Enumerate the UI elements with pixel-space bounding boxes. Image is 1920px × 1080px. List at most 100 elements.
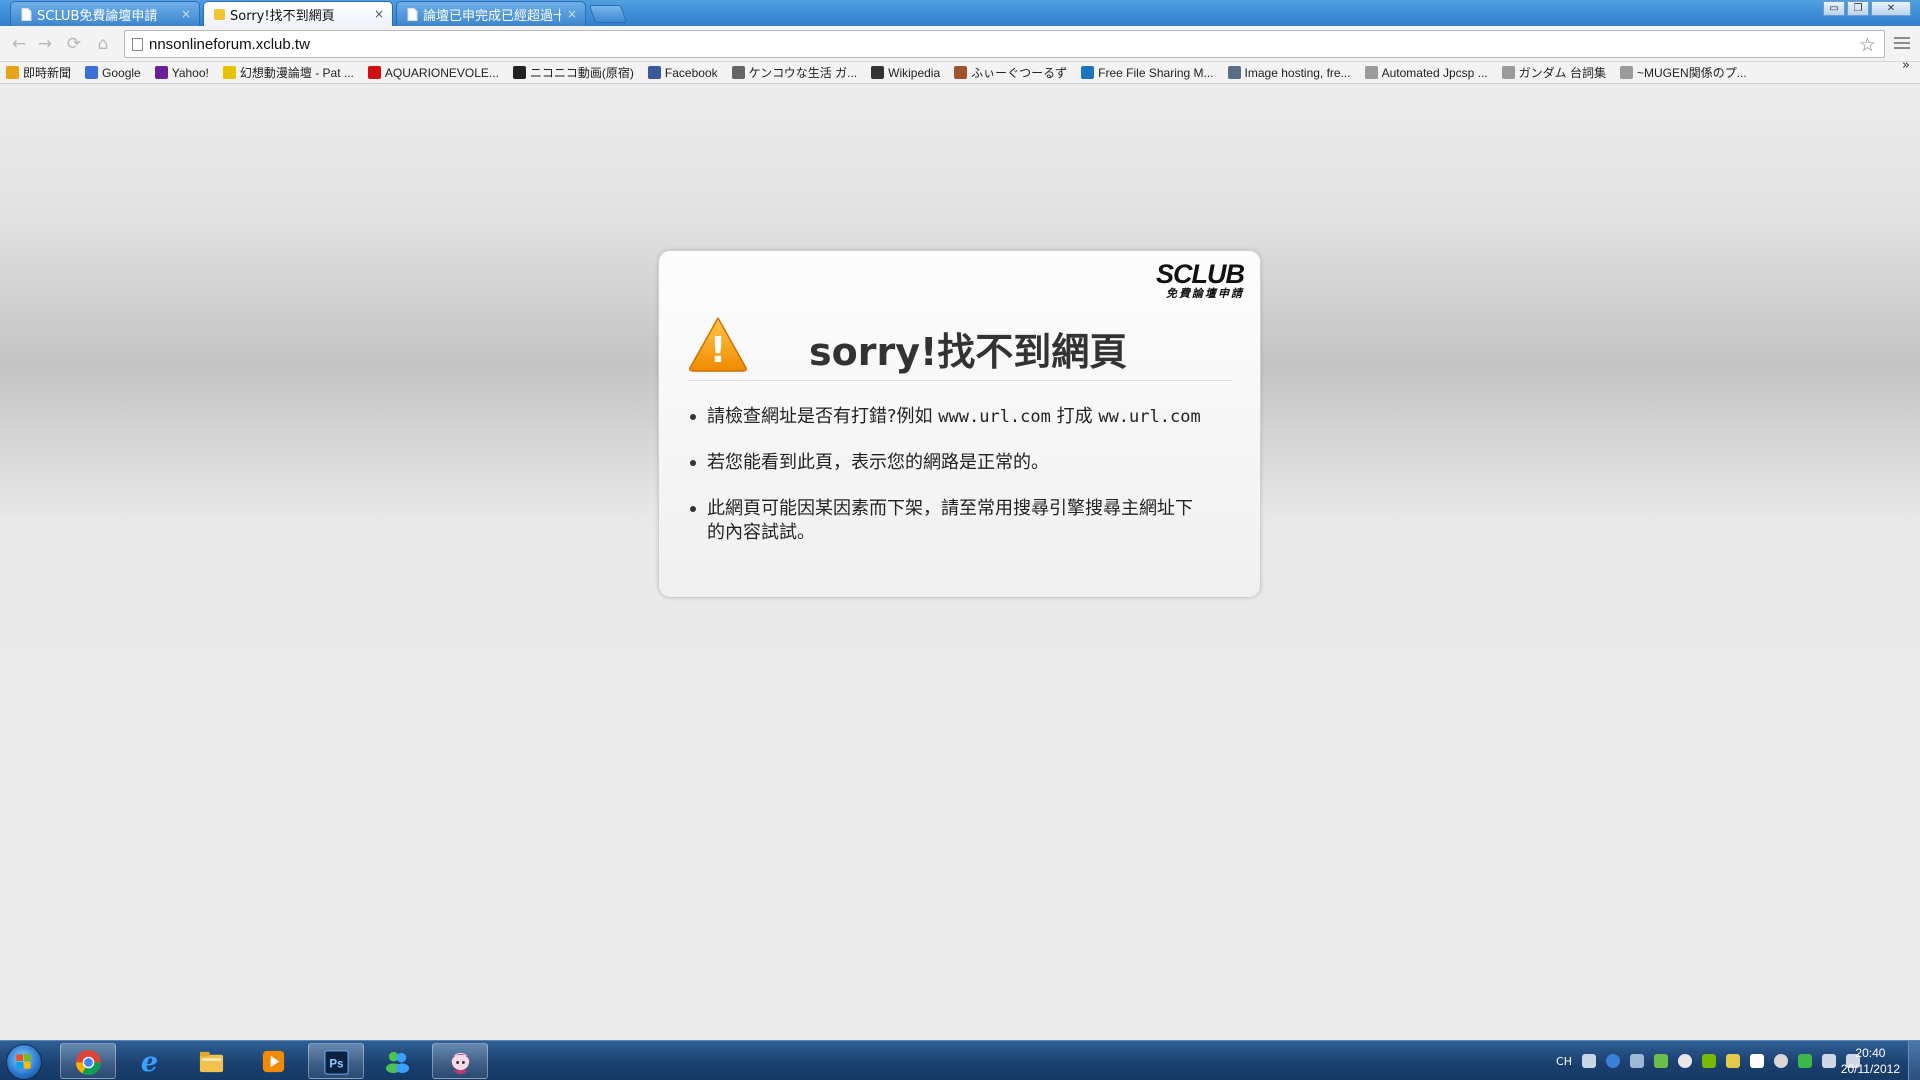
home-icon[interactable]: ⌂ (92, 33, 114, 55)
taskbar-media-player[interactable] (246, 1043, 302, 1079)
wikipedia-icon (871, 66, 885, 79)
bookmark-label: 幻想動漫論壇 - Pat ... (239, 66, 354, 80)
svg-text:e: e (141, 1048, 158, 1075)
hint-text: 請檢查網址是否有打錯?例如 (707, 406, 939, 427)
tab-forum-complete[interactable]: 論壇已申完成已經超過十 × (396, 1, 586, 26)
bookmark-label: Google (102, 65, 141, 80)
page-icon (21, 7, 32, 21)
bookmark-label: ニコニコ動画(原宿) (529, 66, 634, 80)
warning-glyph: ! (710, 330, 726, 371)
check-icon[interactable] (1798, 1054, 1812, 1068)
bookmark-item[interactable]: 即時新聞 (6, 64, 71, 81)
taskbar-chrome[interactable] (60, 1043, 116, 1079)
page-info-icon[interactable] (132, 37, 143, 51)
bookmark-label: 即時新聞 (23, 66, 72, 80)
media-player-icon (262, 1050, 285, 1073)
bookmark-item[interactable]: ~MUGEN関係のプ... (1620, 64, 1747, 81)
tab-strip: SCLUB免費論壇申請 × Sorry!找不到網頁 × 論壇已申完成已經超過十 … (0, 0, 1920, 26)
forum-icon (222, 66, 236, 79)
bookmark-item[interactable]: Yahoo! (154, 66, 209, 80)
hint-item-removed: 此網頁可能因某因素而下架，請至常用搜尋引擎搜尋主網址下的內容試試。 (690, 497, 1207, 545)
bookmark-item[interactable]: ふぃーぐつーるず (954, 64, 1067, 81)
keyboard-icon[interactable] (1582, 1054, 1596, 1068)
new-tab-button[interactable] (588, 5, 628, 23)
bookmark-label: AQUARIONEVOLE... (384, 65, 499, 80)
bookmark-label: Wikipedia (888, 65, 941, 80)
bookmark-item[interactable]: Google (85, 66, 141, 80)
tab-title: Sorry!找不到網頁 (230, 8, 335, 24)
bookmark-label: ふぃーぐつーるず (971, 66, 1068, 80)
wrench-menu-icon[interactable] (1894, 34, 1910, 50)
reload-icon[interactable]: ⟳ (63, 33, 85, 55)
back-icon[interactable]: ← (8, 33, 30, 55)
yahoo-icon (154, 66, 168, 79)
address-bar[interactable]: ☆ (124, 30, 1885, 58)
kenkou-icon (731, 66, 745, 79)
tab-title: SCLUB免費論壇申請 (37, 8, 158, 24)
action-center-flag-icon[interactable] (1750, 1054, 1764, 1068)
hint-item-network: 若您能看到此頁，表示您的網路是正常的。 (690, 451, 1217, 475)
bookmark-item[interactable]: Facebook (647, 66, 718, 80)
bookmarks-overflow-button[interactable]: » (1902, 58, 1910, 73)
clock[interactable]: 20:40 20/11/2012 (1841, 1045, 1900, 1077)
tab-close-icon[interactable]: × (181, 7, 191, 21)
bookmark-label: Image hosting, fre... (1244, 65, 1351, 80)
restore-button[interactable]: ❐ (1847, 1, 1869, 16)
taskbar-messenger[interactable] (370, 1043, 426, 1079)
anime-character-icon (450, 1052, 471, 1075)
minimize-button[interactable]: ▭ (1823, 1, 1845, 16)
show-desktop-button[interactable] (1908, 1041, 1920, 1080)
youtube-icon (367, 66, 381, 79)
app-tray-icon[interactable] (1726, 1054, 1740, 1068)
bookmark-label: ガンダム 台詞集 (1518, 66, 1607, 80)
taskbar-ie[interactable]: e (122, 1043, 178, 1079)
facebook-icon (647, 66, 661, 79)
bookmark-item[interactable]: Free File Sharing M... (1081, 66, 1214, 80)
hint-text: 打成 (1050, 406, 1099, 427)
page-icon (1364, 66, 1378, 79)
start-button[interactable] (6, 1044, 42, 1080)
taskbar: e Ps CH 20:40 20/11/2012 (0, 1040, 1920, 1080)
clock-time: 20:40 (1855, 1046, 1886, 1060)
taskbar-photoshop[interactable]: Ps (308, 1043, 364, 1079)
error-card: SCLUB 免費論壇申請 ! sorry!找不到網頁 請檢查網址是否有打錯?例如… (658, 250, 1261, 598)
taskbar-anime-app[interactable] (432, 1043, 488, 1079)
tab-sorry[interactable]: Sorry!找不到網頁 × (203, 1, 393, 26)
language-indicator[interactable]: CH (1556, 1055, 1572, 1068)
taskbar-explorer[interactable] (184, 1043, 240, 1079)
bookmark-item[interactable]: Wikipedia (871, 66, 940, 80)
tab-sclub[interactable]: SCLUB免費論壇申請 × (10, 1, 200, 26)
clock-date: 20/11/2012 (1840, 1062, 1900, 1076)
bookmark-label: ~MUGEN関係のプ... (1637, 66, 1747, 80)
imagehost-icon (1227, 66, 1241, 79)
logo-sub-text: 免費論壇申請 (1166, 287, 1244, 300)
bookmark-item[interactable]: ニコニコ動画(原宿) (512, 64, 634, 81)
sclub-logo[interactable]: SCLUB 免費論壇申請 (1156, 259, 1245, 301)
sclub-favicon-icon (214, 8, 225, 20)
photoshop-label: Ps (329, 1058, 343, 1070)
bookmark-item[interactable]: Automated Jpcsp ... (1364, 66, 1488, 80)
example-url: www.url.com (938, 407, 1051, 427)
cloud-icon[interactable] (1678, 1054, 1692, 1068)
logo-main-text: SCLUB (1156, 259, 1245, 289)
help-icon[interactable] (1606, 1054, 1620, 1068)
typo-url: ww.url.com (1098, 407, 1201, 427)
bookmark-item[interactable]: ケンコウな生活 ガ... (731, 64, 857, 81)
bookmark-item[interactable]: Image hosting, fre... (1227, 65, 1351, 80)
bookmark-star-icon[interactable]: ☆ (1859, 34, 1876, 56)
nvidia-icon[interactable] (1702, 1054, 1716, 1068)
forward-icon[interactable]: → (34, 33, 56, 55)
bookmark-item[interactable]: 幻想動漫論壇 - Pat ... (222, 64, 354, 81)
security-icon[interactable] (1654, 1054, 1668, 1068)
tab-close-icon[interactable]: × (374, 7, 384, 21)
bookmark-item[interactable]: ガンダム 台詞集 (1501, 64, 1607, 81)
network-icon[interactable] (1822, 1054, 1836, 1068)
close-window-button[interactable]: ✕ (1871, 1, 1911, 16)
tab-close-icon[interactable]: × (567, 7, 577, 21)
url-input[interactable] (149, 35, 1749, 53)
steam-icon[interactable] (1774, 1054, 1788, 1068)
show-hidden-icons-icon[interactable] (1630, 1054, 1644, 1068)
filesharing-icon (1081, 66, 1095, 79)
figure-icon (954, 66, 968, 79)
bookmark-item[interactable]: AQUARIONEVOLE... (367, 65, 499, 80)
